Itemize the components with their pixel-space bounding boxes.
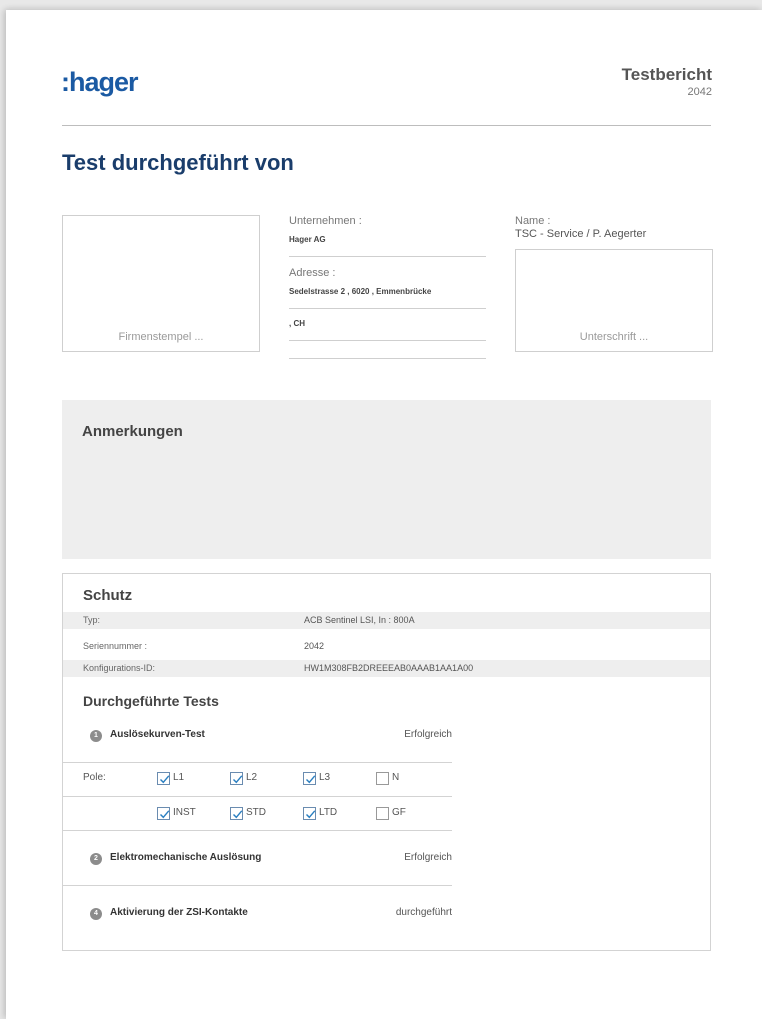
checkbox-func-inst[interactable]: INST [157, 806, 196, 820]
remarks-section: Anmerkungen [62, 400, 711, 559]
company-label: Unternehmen : [289, 215, 362, 227]
header-divider [62, 125, 711, 126]
info-key: Seriennummer : [83, 641, 148, 651]
signature-box[interactable]: Unterschrift ... [515, 249, 713, 352]
report-title: Testbericht [621, 65, 712, 84]
company-info: Unternehmen : Hager AG Adresse : Sedelst… [289, 215, 486, 359]
test-row-zsi: 4 Aktivierung der ZSI-Kontakte durchgefü… [90, 906, 452, 926]
name-value: TSC - Service / P. Aegerter [515, 228, 647, 240]
checkbox-pole-l1[interactable]: L1 [157, 771, 184, 785]
test-name: Aktivierung der ZSI-Kontakte [110, 907, 248, 918]
unchecked-box-icon [376, 771, 389, 785]
row-divider [63, 762, 452, 763]
test-status: Erfolgreich [404, 729, 452, 740]
report-title-block: Testbericht 2042 [622, 65, 712, 98]
address-divider-1 [289, 308, 486, 309]
row-divider [63, 830, 452, 831]
check-icon [157, 806, 170, 820]
checkbox-label: INST [173, 807, 196, 818]
report-number: 2042 [687, 86, 712, 98]
stamp-placeholder: Firmenstempel ... [118, 331, 204, 343]
checkbox-pole-n[interactable]: N [376, 771, 399, 785]
company-value: Hager AG [289, 235, 326, 244]
step-badge: 4 [90, 908, 102, 920]
checkbox-label: L3 [319, 772, 331, 783]
address-label: Adresse : [289, 267, 336, 279]
test-status: Erfolgreich [404, 852, 452, 863]
checkbox-label: GF [392, 807, 406, 818]
info-key: Typ: [83, 615, 101, 625]
checkbox-label: N [392, 772, 400, 783]
info-key: Konfigurations-ID: [83, 663, 156, 673]
company-stamp-box[interactable]: Firmenstempel ... [62, 215, 260, 352]
info-row-config: Konfigurations-ID: HW1M308FB2DREEEAB0AAA… [63, 660, 710, 677]
test-row-electromechanical: 2 Elektromechanische Auslösung Erfolgrei… [90, 851, 452, 871]
check-icon [230, 771, 243, 785]
checkbox-func-gf[interactable]: GF [376, 806, 406, 820]
name-info: Name : TSC - Service / P. Aegerter [515, 215, 713, 240]
step-badge: 1 [90, 730, 102, 742]
hager-logo: :hager [61, 67, 139, 97]
check-icon [303, 771, 316, 785]
step-badge: 2 [90, 853, 102, 865]
address-divider-3 [289, 358, 486, 359]
test-row-trip-curve: 1 Auslösekurven-Test Erfolgreich [90, 728, 452, 748]
checkbox-func-std[interactable]: STD [230, 806, 266, 820]
poles-label: Pole: [83, 772, 106, 783]
row-divider [63, 796, 452, 797]
tests-heading: Durchgeführte Tests [83, 693, 219, 709]
info-value: ACB Sentinel LSI, In : 800A [304, 615, 415, 625]
info-value: 2042 [304, 641, 325, 651]
test-name: Elektromechanische Auslösung [110, 852, 262, 863]
unchecked-box-icon [376, 806, 389, 820]
name-label: Name : [515, 215, 551, 227]
signature-placeholder: Unterschrift ... [579, 331, 649, 343]
test-status: durchgeführt [395, 907, 452, 918]
checkbox-pole-l3[interactable]: L3 [303, 771, 330, 785]
protection-section: Schutz Typ: ACB Sentinel LSI, In : 800A … [62, 573, 711, 951]
info-row-serial: Seriennummer : 2042 [63, 638, 710, 655]
checkbox-pole-l2[interactable]: L2 [230, 771, 257, 785]
checkbox-label: STD [246, 807, 266, 818]
company-divider [289, 256, 486, 257]
test-name: Auslösekurven-Test [110, 729, 205, 740]
report-page: :hager Testbericht 2042 Test durchgeführ… [6, 10, 762, 1019]
check-icon [230, 806, 243, 820]
info-row-type: Typ: ACB Sentinel LSI, In : 800A [63, 612, 710, 629]
info-value: HW1M308FB2DREEEAB0AAAB1AA1A00 [304, 663, 474, 673]
checkbox-label: L1 [173, 772, 185, 783]
remarks-heading: Anmerkungen [82, 423, 183, 440]
checkbox-label: LTD [319, 807, 338, 818]
address-line2: , CH [289, 319, 305, 328]
checkbox-func-ltd[interactable]: LTD [303, 806, 337, 820]
row-divider [63, 885, 452, 886]
performed-by-heading: Test durchgeführt von [62, 150, 294, 175]
check-icon [157, 771, 170, 785]
address-line1: Sedelstrasse 2 , 6020 , Emmenbrücke [289, 287, 432, 296]
check-icon [303, 806, 316, 820]
checkbox-label: L2 [246, 772, 258, 783]
protection-heading: Schutz [83, 587, 133, 604]
address-divider-2 [289, 340, 486, 341]
